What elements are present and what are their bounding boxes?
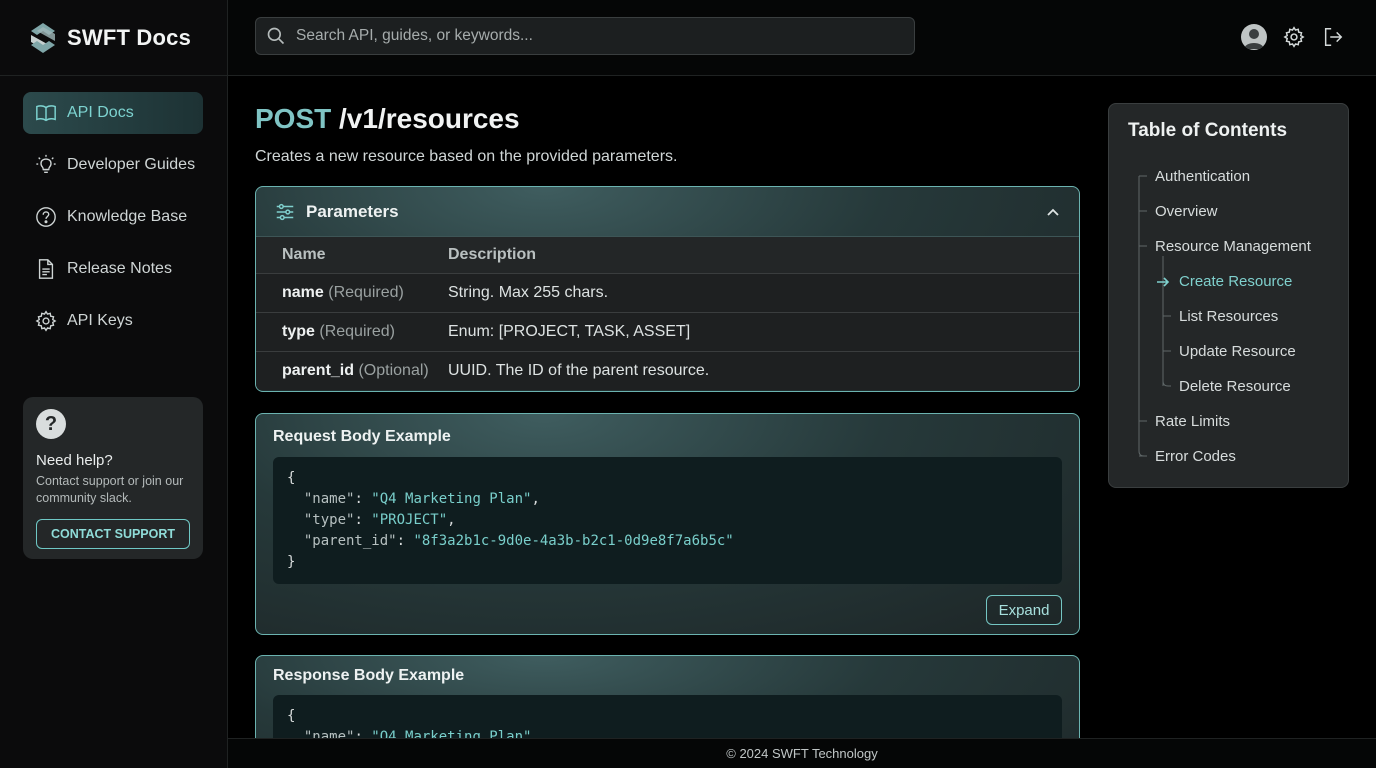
gear-icon xyxy=(35,310,57,332)
param-requirement: (Optional) xyxy=(358,361,429,379)
arrow-right-icon xyxy=(1157,277,1170,287)
param-description: UUID. The ID of the parent resource. xyxy=(448,361,710,379)
request-body-panel: Request Body Example { "name": "Q4 Marke… xyxy=(255,413,1080,635)
toc-title: Table of Contents xyxy=(1128,120,1288,141)
lightbulb-icon xyxy=(35,154,57,176)
table-row: type (Required) Enum: [PROJECT, TASK, AS… xyxy=(256,312,1079,352)
app-name: SWFT Docs xyxy=(67,24,192,50)
chevron-up-icon[interactable] xyxy=(1045,204,1061,220)
help-title: Need help? xyxy=(36,452,113,469)
code-value: "PROJECT" xyxy=(371,512,448,528)
page-title: POST /v1/resources xyxy=(255,103,1080,139)
response-body-panel: Response Body Example { "name": "Q4 Mark… xyxy=(255,655,1080,738)
question-icon: ? xyxy=(36,409,66,439)
code-brace: } xyxy=(287,554,296,570)
toc-item-rate-limits[interactable]: Rate Limits xyxy=(1155,413,1230,430)
main-content: POST /v1/resources Creates a new resourc… xyxy=(255,76,1080,738)
code-value: "Q4 Marketing Plan" xyxy=(371,729,532,738)
param-name-cell: parent_id (Optional) xyxy=(256,351,448,390)
sidebar-item-label: Knowledge Base xyxy=(67,208,188,225)
code-value: "8f3a2b1c-9d0e-4a3b-b2c1-0d9e8f7a6b5c" xyxy=(413,533,734,549)
param-requirement: (Required) xyxy=(319,322,395,340)
sidebar-item-release-notes[interactable]: Release Notes xyxy=(23,248,203,290)
parameters-header[interactable]: Parameters xyxy=(256,187,1079,237)
code-brace: { xyxy=(287,470,296,486)
sidebar-item-knowledge-base[interactable]: Knowledge Base xyxy=(23,196,203,238)
param-name: name xyxy=(282,283,324,301)
param-name: parent_id xyxy=(282,361,355,379)
column-header-name: Name xyxy=(256,237,448,274)
response-code-block[interactable]: { "name": "Q4 Marketing Plan", xyxy=(273,695,1062,738)
code-comma: , xyxy=(531,729,540,738)
table-row: parent_id (Optional) UUID. The ID of the… xyxy=(256,351,1079,390)
code-comma: , xyxy=(531,491,540,507)
question-circle-icon xyxy=(35,206,57,228)
table-header-row: Name Description xyxy=(256,237,1079,274)
sidebar-item-label: Release Notes xyxy=(67,260,172,277)
sidebar-item-developer-guides[interactable]: Developer Guides xyxy=(23,144,203,186)
toc-item-overview[interactable]: Overview xyxy=(1155,203,1218,220)
book-icon xyxy=(35,102,57,124)
toc-item-create-resource[interactable]: Create Resource xyxy=(1179,273,1292,290)
logout-icon[interactable] xyxy=(1320,24,1346,50)
toc-tree-lines xyxy=(1138,175,1171,457)
toc-item-delete-resource[interactable]: Delete Resource xyxy=(1179,378,1291,395)
table-row: name (Required) String. Max 255 chars. xyxy=(256,273,1079,313)
http-method: POST xyxy=(255,103,332,134)
help-text: Contact support or join our community sl… xyxy=(36,474,184,505)
param-requirement: (Required) xyxy=(328,283,404,301)
search-input[interactable] xyxy=(296,27,896,45)
search-bar[interactable] xyxy=(255,17,915,55)
parameters-table: Name Description name (Required) String.… xyxy=(256,237,1079,390)
toc-item-authentication[interactable]: Authentication xyxy=(1155,168,1250,185)
settings-gear-icon[interactable] xyxy=(1281,24,1307,50)
sidebar-item-label: API Docs xyxy=(67,104,134,121)
code-key: "type" xyxy=(303,512,355,528)
sidebar: SWFT Docs API Docs Developer Guides Know… xyxy=(0,0,228,768)
sidebar-item-label: Developer Guides xyxy=(67,156,196,173)
code-comma: , xyxy=(447,512,456,528)
request-body-title: Request Body Example xyxy=(273,428,451,445)
swft-logo-icon xyxy=(31,22,55,53)
sidebar-item-api-docs[interactable]: API Docs xyxy=(23,92,203,134)
param-description: Enum: [PROJECT, TASK, ASSET] xyxy=(448,312,1079,352)
parameters-title: Parameters xyxy=(306,201,399,221)
sidebar-nav: API Docs Developer Guides Knowledge Base… xyxy=(0,76,227,342)
param-name: type xyxy=(282,322,315,340)
request-code-block[interactable]: { "name": "Q4 Marketing Plan", "type": "… xyxy=(273,457,1062,584)
param-description: String. Max 255 chars. xyxy=(448,273,1079,313)
top-header xyxy=(228,0,1376,76)
logo[interactable]: SWFT Docs xyxy=(0,0,227,76)
param-name-cell: type (Required) xyxy=(256,312,448,352)
toc-item-error-codes[interactable]: Error Codes xyxy=(1155,448,1236,465)
code-key: "name" xyxy=(303,729,355,738)
table-of-contents: Table of Contents Authentication Overvie… xyxy=(1108,103,1349,488)
expand-button[interactable]: Expand xyxy=(986,595,1062,625)
endpoint-path: /v1/resources xyxy=(339,103,520,134)
param-name-cell: name (Required) xyxy=(256,273,448,313)
code-brace: { xyxy=(287,708,296,724)
sidebar-item-api-keys[interactable]: API Keys xyxy=(23,300,203,342)
footer-copyright: © 2024 SWFT Technology xyxy=(726,746,878,761)
contact-support-button[interactable]: CONTACT SUPPORT xyxy=(36,519,190,549)
toc-item-resource-management[interactable]: Resource Management xyxy=(1155,238,1311,255)
code-key: "parent_id" xyxy=(303,533,397,549)
sidebar-item-label: API Keys xyxy=(67,312,133,329)
help-card: ? Need help? Contact support or join our… xyxy=(23,397,203,559)
toc-item-list-resources[interactable]: List Resources xyxy=(1179,308,1278,325)
endpoint-description: Creates a new resource based on the prov… xyxy=(255,148,678,165)
response-body-title: Response Body Example xyxy=(273,667,465,684)
footer: © 2024 SWFT Technology xyxy=(228,738,1376,768)
search-icon xyxy=(267,27,285,45)
code-value: "Q4 Marketing Plan" xyxy=(371,491,532,507)
parameters-panel: Parameters Name Description name (Requir… xyxy=(255,186,1080,392)
user-avatar-icon[interactable] xyxy=(1241,24,1267,50)
toc-item-update-resource[interactable]: Update Resource xyxy=(1179,343,1296,360)
sliders-icon xyxy=(276,203,294,220)
column-header-description: Description xyxy=(448,237,1079,274)
code-key: "name" xyxy=(303,491,355,507)
document-icon xyxy=(35,258,57,280)
